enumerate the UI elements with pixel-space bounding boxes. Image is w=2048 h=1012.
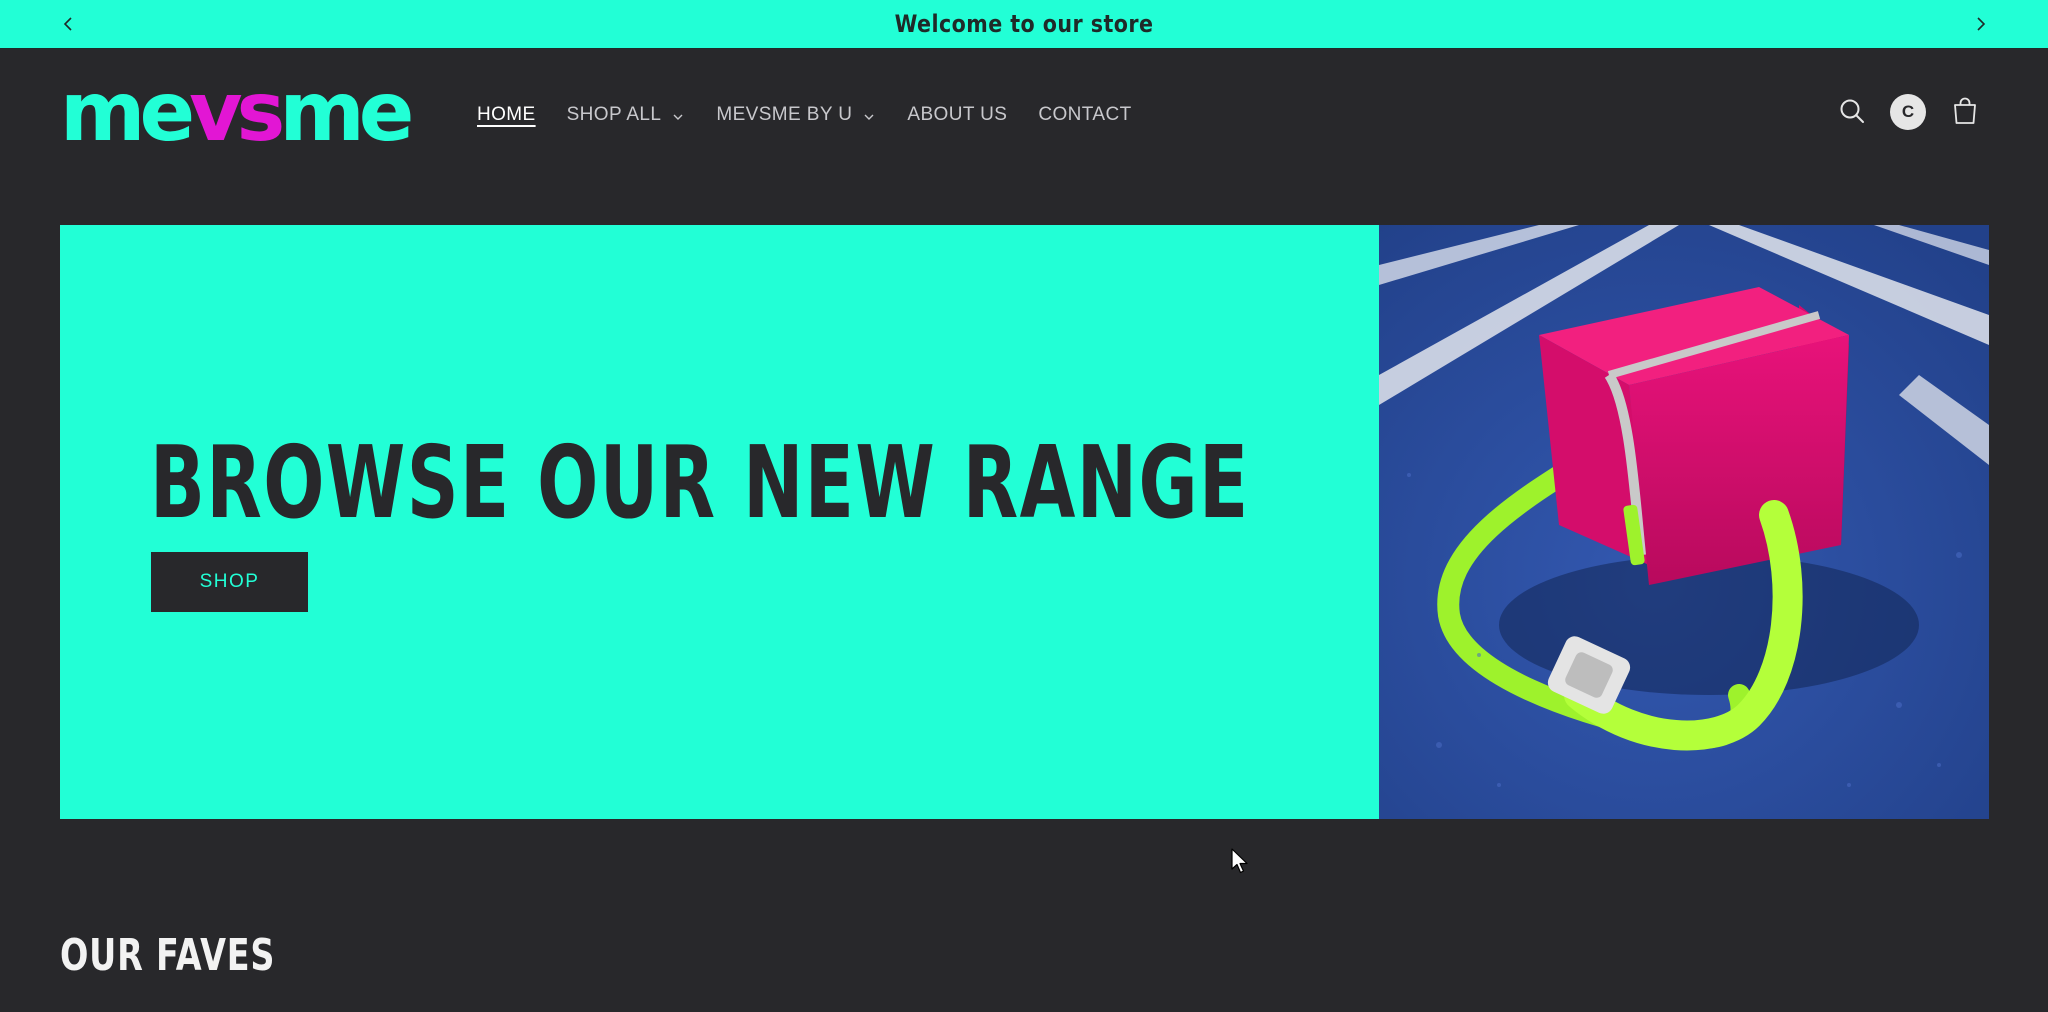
nav-label: SHOP ALL xyxy=(566,104,662,125)
cart-button[interactable] xyxy=(1951,96,1979,126)
chevron-down-icon xyxy=(673,114,683,120)
nav-item-about-us[interactable]: ABOUT US xyxy=(907,104,1007,126)
mouse-cursor-icon xyxy=(1231,848,1248,874)
site-header: mevsme HOME SHOP ALL MEVSME BY U ABOUT U… xyxy=(0,50,2048,174)
nav-item-home[interactable]: HOME xyxy=(477,104,536,126)
search-icon xyxy=(1840,99,1864,123)
chevron-right-icon xyxy=(1977,17,1986,31)
announcement-bar: Welcome to our store xyxy=(0,0,2048,49)
brand-logo[interactable]: mevsme xyxy=(60,72,414,154)
hero-text-panel: BROWSE OUR NEW RANGE SHOP xyxy=(60,225,1379,819)
logo-part-3: me xyxy=(279,65,414,160)
nav-label: HOME xyxy=(477,104,536,125)
cart-icon xyxy=(1954,97,1976,124)
nav-label: CONTACT xyxy=(1038,104,1132,125)
announcement-next-button[interactable] xyxy=(1969,12,1993,36)
chevron-left-icon xyxy=(63,17,72,31)
announcement-text: Welcome to our store xyxy=(894,10,1154,38)
nav-label: MEVSME BY U xyxy=(716,104,853,125)
nav-item-mevsme-by-u[interactable]: MEVSME BY U xyxy=(716,104,876,126)
nav-label: ABOUT US xyxy=(907,104,1008,125)
search-button[interactable] xyxy=(1838,97,1866,125)
hero-image xyxy=(1379,225,1989,819)
logo-part-2: vs xyxy=(189,65,285,160)
chevron-down-icon xyxy=(864,114,874,120)
nav-item-contact[interactable]: CONTACT xyxy=(1038,104,1131,126)
announcement-prev-button[interactable] xyxy=(56,12,80,36)
faves-section-title: OUR FAVES xyxy=(60,930,276,981)
logo-part-1: me xyxy=(60,65,195,160)
account-initial: C xyxy=(1901,102,1915,121)
nav-item-shop-all[interactable]: SHOP ALL xyxy=(567,104,686,126)
shop-button[interactable]: SHOP xyxy=(151,552,308,612)
hero-heading: BROWSE OUR NEW RANGE xyxy=(150,424,1250,541)
bag-photo-illustration xyxy=(1379,225,1989,819)
hero-banner: BROWSE OUR NEW RANGE SHOP xyxy=(60,225,1989,819)
main-nav: HOME SHOP ALL MEVSME BY U ABOUT US CONTA… xyxy=(477,100,1163,130)
account-button[interactable]: C xyxy=(1890,94,1926,130)
